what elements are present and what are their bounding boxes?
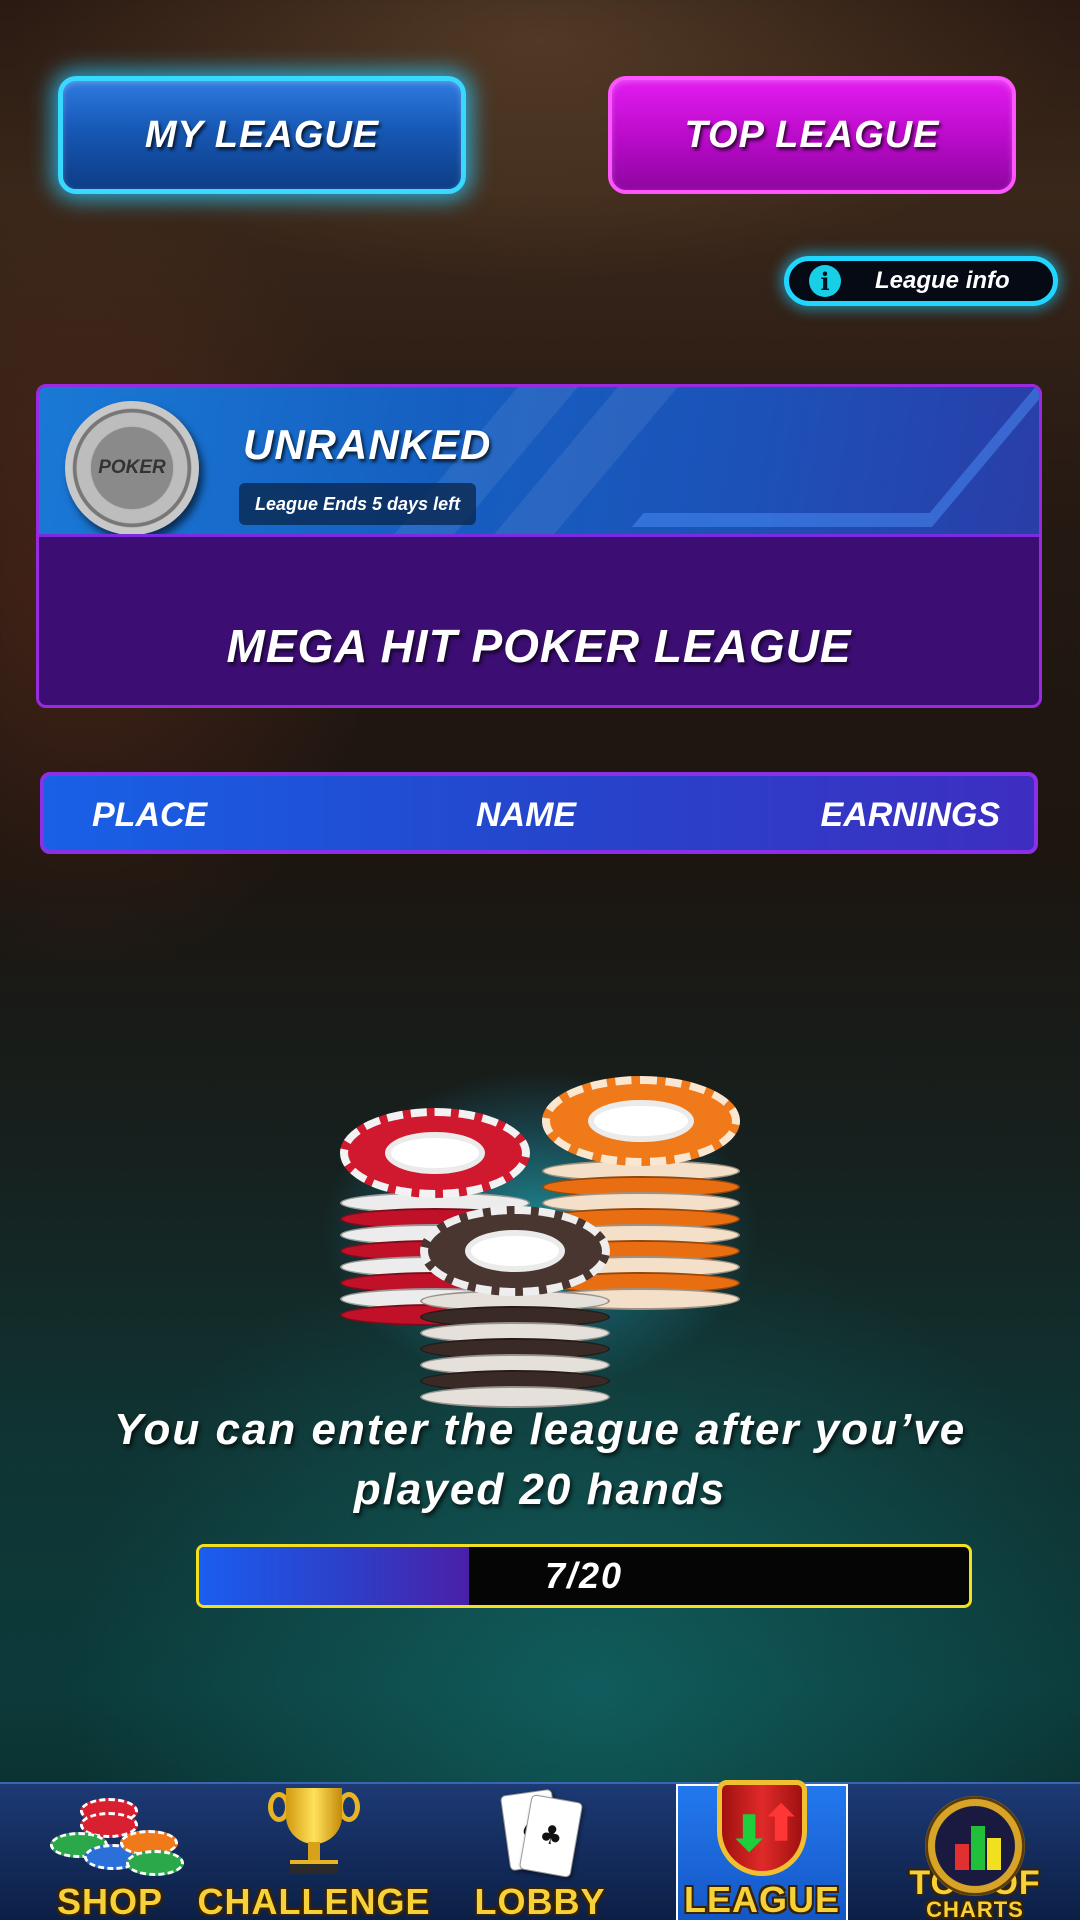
my-league-tab[interactable]: MY LEAGUE [58,76,466,194]
nav-lobby-label: LOBBY [474,1881,606,1920]
column-earnings: EARNINGS [820,796,1000,834]
nav-shop-label: SHOP [56,1881,164,1920]
shield-arrows-icon: ⬇ ⬆ [709,1780,815,1880]
nav-shop[interactable]: SHOP [20,1784,200,1920]
chips-icon [40,1792,184,1882]
nav-top-of-charts[interactable]: TOP OF CHARTS [890,1784,1060,1920]
info-icon: i [809,265,841,297]
nav-top-of-charts-label-2: CHARTS [926,1897,1024,1920]
league-ends-badge: League Ends 5 days left [239,483,477,525]
nav-challenge-label: CHALLENGE [197,1881,431,1920]
league-name: MEGA HIT POKER LEAGUE [226,620,852,672]
bar-chart-icon [919,1796,1031,1896]
nav-league[interactable]: ⬇ ⬆ LEAGUE [676,1780,848,1920]
my-league-label: MY LEAGUE [144,113,380,156]
trophy-icon [266,1784,362,1882]
cards-icon: ♠ ♣ [495,1786,585,1882]
league-info-label: League info [875,267,1010,294]
column-place: PLACE [92,796,208,834]
league-card-header: POKER UNRANKED League Ends 5 days left [39,387,1039,537]
chip-text: POKER [98,457,166,478]
poker-chip-icon: POKER [65,401,199,534]
nav-lobby[interactable]: ♠ ♣ LOBBY [460,1784,620,1920]
entry-requirement-message: You can enter the league after you’ve pl… [113,1405,967,1514]
top-league-label: TOP LEAGUE [684,113,940,156]
progress-value: 7/20 [544,1555,624,1596]
nav-challenge[interactable]: CHALLENGE [198,1784,430,1920]
leaderboard-header: PLACE NAME EARNINGS [40,772,1038,854]
brown-chip-stack-icon [420,1206,610,1408]
progress-text: 7/20 [199,1547,969,1605]
column-name: NAME [476,796,577,834]
rank-title: UNRANKED [243,421,492,468]
nav-league-label: LEAGUE [683,1879,840,1920]
league-info-button[interactable]: i League info [784,256,1058,306]
league-card: POKER UNRANKED League Ends 5 days left M… [36,384,1042,708]
bottom-nav: SHOP CHALLENGE ♠ ♣ LOBBY ⬇ ⬆ LEAGUE TOP … [0,1780,1080,1920]
hands-progress-bar: 7/20 [196,1544,972,1608]
top-league-tab[interactable]: TOP LEAGUE [608,76,1016,194]
